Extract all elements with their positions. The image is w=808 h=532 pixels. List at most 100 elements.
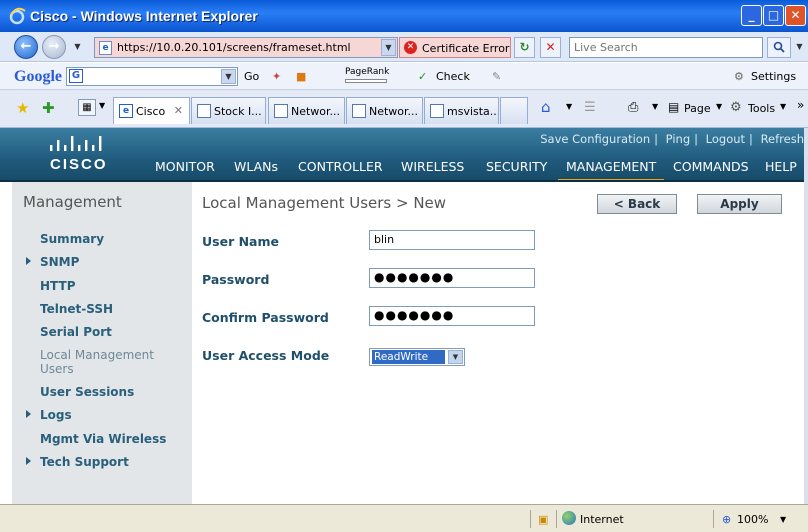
google-go-button[interactable]: Go bbox=[244, 70, 259, 83]
search-dropdown-icon[interactable]: ▼ bbox=[792, 39, 807, 56]
search-button[interactable] bbox=[767, 37, 791, 58]
back-button[interactable]: < Back bbox=[597, 194, 677, 214]
window-title: Cisco - Windows Internet Explorer bbox=[30, 8, 258, 24]
tab-label: Stock I... bbox=[214, 105, 262, 118]
tools-gear-icon: ⚙ bbox=[730, 100, 742, 115]
logout-link[interactable]: Logout bbox=[702, 132, 749, 146]
ie-logo-icon bbox=[9, 7, 26, 25]
sidebar-item-tech-support[interactable]: Tech Support bbox=[40, 455, 129, 469]
tab-stock[interactable]: Stock I... bbox=[191, 97, 266, 124]
sidebar-item-user-sessions[interactable]: User Sessions bbox=[40, 385, 134, 399]
google-dropdown-icon[interactable]: ▼ bbox=[221, 69, 236, 84]
url-dropdown-icon[interactable]: ▼ bbox=[381, 39, 396, 56]
menu-management[interactable]: MANAGEMENT bbox=[558, 159, 665, 182]
google-popup-icon[interactable]: ■ bbox=[296, 70, 306, 83]
apply-button[interactable]: Apply bbox=[697, 194, 782, 214]
paperclip-icon[interactable]: ✎ bbox=[492, 70, 501, 83]
close-tab-icon[interactable]: ✕ bbox=[174, 104, 183, 117]
user-access-mode-select[interactable]: ReadWrite ▼ bbox=[369, 348, 465, 366]
feeds-icon[interactable]: ☰ bbox=[584, 100, 596, 115]
refresh-link[interactable]: Refresh bbox=[757, 132, 808, 146]
favorites-star-icon[interactable]: ★ bbox=[16, 99, 29, 117]
google-logo: Google bbox=[14, 68, 62, 85]
sidebar-item-label: Local Management bbox=[40, 348, 154, 362]
sidebar-item-snmp[interactable]: SNMP bbox=[40, 255, 79, 269]
tab-list-dropdown-icon[interactable]: ▼ bbox=[99, 101, 105, 110]
stop-button[interactable]: ✕ bbox=[540, 37, 561, 58]
pagerank-label[interactable]: PageRank bbox=[345, 67, 389, 77]
zoom-dropdown-icon[interactable]: ▼ bbox=[780, 515, 786, 524]
menu-controller[interactable]: CONTROLLER bbox=[298, 159, 383, 182]
sidebar-item-summary[interactable]: Summary bbox=[40, 232, 104, 246]
password-field[interactable]: ●●●●●●● bbox=[369, 268, 535, 288]
tab-bar: ★ ✚ ▦ ▼ e Cisco ✕ Stock I... Networ... N… bbox=[0, 90, 808, 128]
google-settings-button[interactable]: Settings bbox=[751, 70, 796, 83]
menu-commands[interactable]: COMMANDS bbox=[673, 159, 749, 182]
back-nav-button[interactable]: ← bbox=[14, 35, 38, 59]
check-button[interactable]: Check bbox=[436, 70, 470, 83]
minimize-button[interactable]: _ bbox=[741, 5, 762, 26]
confirm-password-label: Confirm Password bbox=[202, 310, 329, 325]
menu-wireless[interactable]: WIRELESS bbox=[401, 159, 464, 182]
expand-arrow-icon[interactable] bbox=[26, 457, 31, 465]
home-dropdown-icon[interactable]: ▼ bbox=[566, 102, 572, 111]
ping-link[interactable]: Ping bbox=[662, 132, 694, 146]
sidebar-item-local-management-users[interactable]: Local Management Users bbox=[40, 348, 154, 376]
chevron-down-icon[interactable]: ▼ bbox=[448, 350, 463, 364]
new-tab-button[interactable] bbox=[500, 97, 528, 124]
tab-network-2[interactable]: Networ... bbox=[346, 97, 423, 124]
page-icon bbox=[274, 104, 288, 118]
add-favorite-icon[interactable]: ✚ bbox=[42, 99, 55, 117]
forward-nav-button[interactable]: → bbox=[42, 35, 66, 59]
tab-msvista[interactable]: msvista... bbox=[424, 97, 499, 124]
chevron-right-icon[interactable]: » bbox=[797, 98, 804, 112]
close-window-button[interactable]: ✕ bbox=[785, 5, 806, 26]
menu-security[interactable]: SECURITY bbox=[486, 159, 547, 182]
google-search-field[interactable]: G ▼ bbox=[66, 67, 238, 86]
print-dropdown-icon[interactable]: ▼ bbox=[652, 102, 658, 111]
ie-page-icon: e bbox=[119, 104, 133, 118]
maximize-button[interactable]: □ bbox=[763, 5, 784, 26]
sidebar-title: Management bbox=[23, 193, 122, 211]
user-access-mode-label: User Access Mode bbox=[202, 348, 330, 363]
sidebar-item-mgmt-via-wireless[interactable]: Mgmt Via Wireless bbox=[40, 432, 166, 446]
live-search-box[interactable] bbox=[569, 37, 763, 58]
expand-arrow-icon[interactable] bbox=[26, 410, 31, 418]
zoom-level[interactable]: 100% bbox=[737, 513, 768, 526]
sidebar-item-telnet-ssh[interactable]: Telnet-SSH bbox=[40, 302, 113, 316]
sidebar-item-http[interactable]: HTTP bbox=[40, 279, 75, 293]
tools-menu-button[interactable]: Tools bbox=[748, 102, 775, 115]
url-text: https://10.0.20.101/screens/frameset.htm… bbox=[117, 41, 351, 54]
user-name-field[interactable]: blin bbox=[369, 230, 535, 250]
quick-tabs-icon[interactable]: ▦ bbox=[78, 99, 96, 116]
sidebar-item-serial-port[interactable]: Serial Port bbox=[40, 325, 112, 339]
refresh-button[interactable]: ↻ bbox=[514, 37, 535, 58]
error-x-icon: ✕ bbox=[404, 41, 417, 54]
menu-help[interactable]: HELP bbox=[765, 159, 797, 182]
live-search-input[interactable] bbox=[570, 38, 762, 57]
page-dropdown-icon[interactable]: ▼ bbox=[716, 102, 722, 111]
print-icon[interactable]: ⎙ bbox=[628, 100, 638, 115]
tab-label: Networ... bbox=[291, 105, 341, 118]
menu-monitor[interactable]: MONITOR bbox=[155, 159, 215, 182]
tools-dropdown-icon[interactable]: ▼ bbox=[780, 102, 786, 111]
sidebar-item-logs[interactable]: Logs bbox=[40, 408, 72, 422]
header-links: Save Configuration | Ping | Logout | Refres… bbox=[536, 132, 808, 146]
page-menu-button[interactable]: Page bbox=[684, 102, 711, 115]
left-margin bbox=[0, 182, 12, 504]
confirm-password-field[interactable]: ●●●●●●● bbox=[369, 306, 535, 326]
save-configuration-link[interactable]: Save Configuration bbox=[536, 132, 654, 146]
history-dropdown-icon[interactable]: ▼ bbox=[70, 39, 85, 56]
pagerank-bar bbox=[345, 79, 387, 83]
expand-arrow-icon[interactable] bbox=[26, 257, 31, 265]
address-field[interactable]: e https://10.0.20.101/screens/frameset.h… bbox=[94, 37, 398, 58]
google-bookmark-icon[interactable]: ✦ bbox=[272, 70, 281, 83]
spellcheck-icon: ✓ bbox=[418, 70, 428, 83]
home-icon[interactable]: ⌂ bbox=[541, 98, 551, 116]
tab-network-1[interactable]: Networ... bbox=[268, 97, 345, 124]
status-divider bbox=[556, 510, 557, 528]
menu-wlans[interactable]: WLANs bbox=[234, 159, 278, 182]
certificate-error-button[interactable]: ✕ Certificate Error bbox=[399, 37, 511, 58]
tab-cisco[interactable]: e Cisco ✕ bbox=[113, 97, 190, 124]
search-icon bbox=[773, 41, 785, 53]
